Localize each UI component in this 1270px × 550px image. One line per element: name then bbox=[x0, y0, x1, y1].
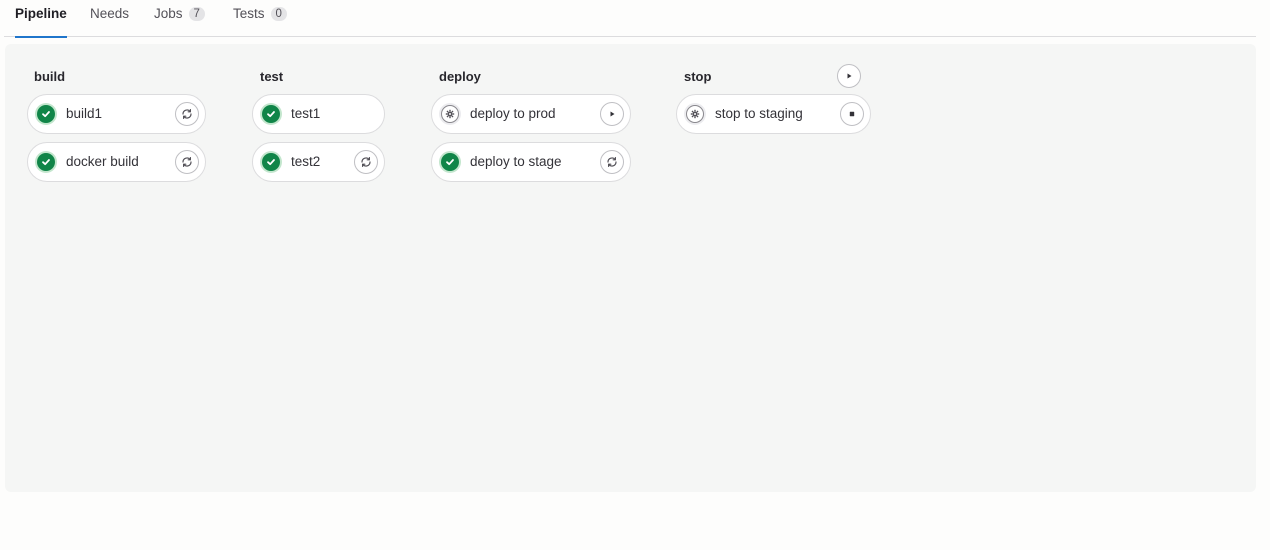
job-deploy-to-prod[interactable]: deploy to prod bbox=[431, 94, 631, 134]
retry-icon[interactable] bbox=[175, 102, 199, 126]
job-build1[interactable]: build1 bbox=[27, 94, 206, 134]
tests-count-badge: 0 bbox=[270, 7, 287, 21]
play-icon[interactable] bbox=[600, 102, 624, 126]
job-test2[interactable]: test2 bbox=[252, 142, 385, 182]
stop-icon[interactable] bbox=[840, 102, 864, 126]
gear-icon bbox=[686, 105, 704, 123]
jobs-count-badge: 7 bbox=[188, 7, 205, 21]
stage-title-deploy: deploy bbox=[439, 69, 481, 84]
retry-icon[interactable] bbox=[600, 150, 624, 174]
pipeline-graph: build build1 docker build test test1 tes… bbox=[5, 44, 1256, 492]
tab-jobs[interactable]: Jobs 7 bbox=[154, 0, 205, 37]
tab-tests[interactable]: Tests 0 bbox=[233, 0, 287, 37]
job-docker-build[interactable]: docker build bbox=[27, 142, 206, 182]
gear-icon bbox=[441, 105, 459, 123]
tab-label: Tests bbox=[233, 6, 265, 21]
tab-label: Needs bbox=[90, 6, 130, 21]
retry-icon[interactable] bbox=[175, 150, 199, 174]
success-status-icon bbox=[37, 105, 55, 123]
tab-pipeline[interactable]: Pipeline bbox=[15, 0, 67, 38]
tab-label: Pipeline bbox=[15, 6, 67, 21]
stage-title-build: build bbox=[34, 69, 66, 84]
success-status-icon bbox=[262, 105, 280, 123]
job-stop-to-staging[interactable]: stop to staging bbox=[676, 94, 871, 134]
job-name: test2 bbox=[291, 154, 321, 169]
job-name: stop to staging bbox=[715, 106, 803, 121]
pipeline-tabs: Pipeline Needs Jobs 7 Tests 0 bbox=[4, 0, 1256, 38]
job-name: deploy to prod bbox=[470, 106, 556, 121]
retry-icon[interactable] bbox=[354, 150, 378, 174]
tab-needs[interactable]: Needs bbox=[90, 0, 129, 37]
success-status-icon bbox=[262, 153, 280, 171]
job-name: docker build bbox=[66, 154, 139, 169]
success-status-icon bbox=[441, 153, 459, 171]
play-icon[interactable] bbox=[837, 64, 861, 88]
job-name: build1 bbox=[66, 106, 103, 121]
success-status-icon bbox=[37, 153, 55, 171]
job-name: deploy to stage bbox=[470, 154, 562, 169]
stage-title-test: test bbox=[260, 69, 284, 84]
tab-label: Jobs bbox=[154, 6, 183, 21]
job-name: test1 bbox=[291, 106, 321, 121]
job-test1[interactable]: test1 bbox=[252, 94, 385, 134]
job-deploy-to-stage[interactable]: deploy to stage bbox=[431, 142, 631, 182]
stage-title-stop: stop bbox=[684, 69, 712, 84]
